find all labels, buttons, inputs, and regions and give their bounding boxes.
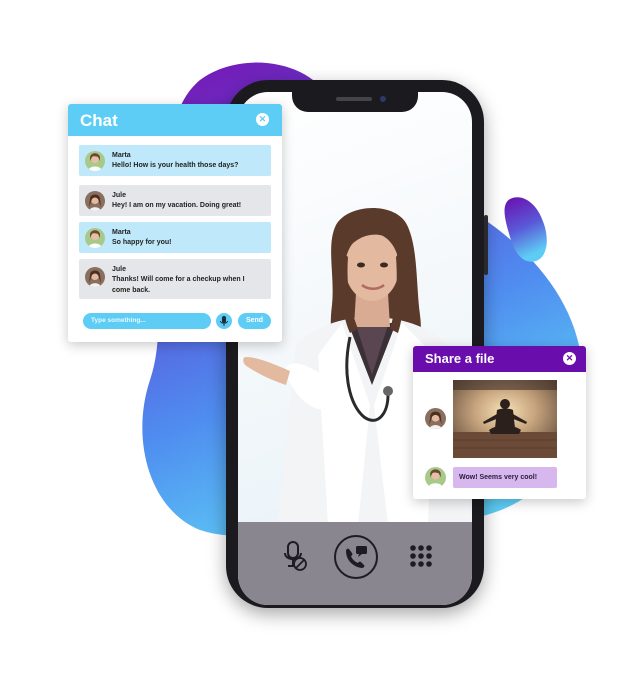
message-text: Wow! Seems very cool! xyxy=(459,474,538,481)
share-reply-message: Wow! Seems very cool! xyxy=(453,467,557,488)
chat-message: Jule Thanks! Will come for a checkup whe… xyxy=(79,259,271,299)
share-file-panel: Share a file ✕ Wow! Seems very cool! xyxy=(413,346,586,499)
chat-message: Jule Hey! I am on my vacation. Doing gre… xyxy=(79,185,271,216)
message-sender: Marta xyxy=(112,229,131,236)
message-text: Hello! How is your health those days? xyxy=(112,162,239,169)
send-button[interactable]: Send xyxy=(238,313,271,329)
chat-header: Chat ✕ xyxy=(68,104,282,136)
meditation-photo[interactable] xyxy=(453,380,557,458)
chat-panel: Chat ✕ Marta Hello! How is your health t… xyxy=(68,104,282,342)
close-icon[interactable]: ✕ xyxy=(256,113,269,126)
share-title: Share a file xyxy=(425,351,495,366)
avatar-jule xyxy=(85,191,105,211)
phone-camera xyxy=(380,96,386,102)
message-sender: Jule xyxy=(112,192,127,199)
call-chat-icon[interactable] xyxy=(334,535,378,579)
avatar-jule xyxy=(425,408,446,429)
message-text: Thanks! Will come for a checkup when I c… xyxy=(112,276,245,294)
avatar-jule xyxy=(85,267,105,287)
chat-message: Marta Hello! How is your health those da… xyxy=(79,145,271,176)
chat-input-placeholder: Type something... xyxy=(91,317,146,324)
close-icon[interactable]: ✕ xyxy=(563,352,576,365)
keypad-icon[interactable] xyxy=(406,542,436,570)
avatar-marta xyxy=(85,228,105,248)
chat-message: Marta So happy for you! xyxy=(79,222,271,253)
share-header: Share a file ✕ xyxy=(413,346,586,372)
phone-notch xyxy=(292,90,418,112)
mute-microphone-icon[interactable] xyxy=(278,538,310,574)
chat-title: Chat xyxy=(80,111,118,130)
decorative-blob xyxy=(504,197,547,262)
message-sender: Marta xyxy=(112,152,131,159)
phone-power-button xyxy=(484,215,488,275)
avatar-marta xyxy=(85,151,105,171)
microphone-icon[interactable] xyxy=(216,313,232,329)
message-sender: Jule xyxy=(112,266,127,273)
phone-speaker xyxy=(336,97,372,101)
message-text: Hey! I am on my vacation. Doing great! xyxy=(112,202,242,209)
chat-message-input[interactable]: Type something... xyxy=(83,313,211,329)
avatar-marta xyxy=(425,467,446,488)
message-text: So happy for you! xyxy=(112,239,172,246)
